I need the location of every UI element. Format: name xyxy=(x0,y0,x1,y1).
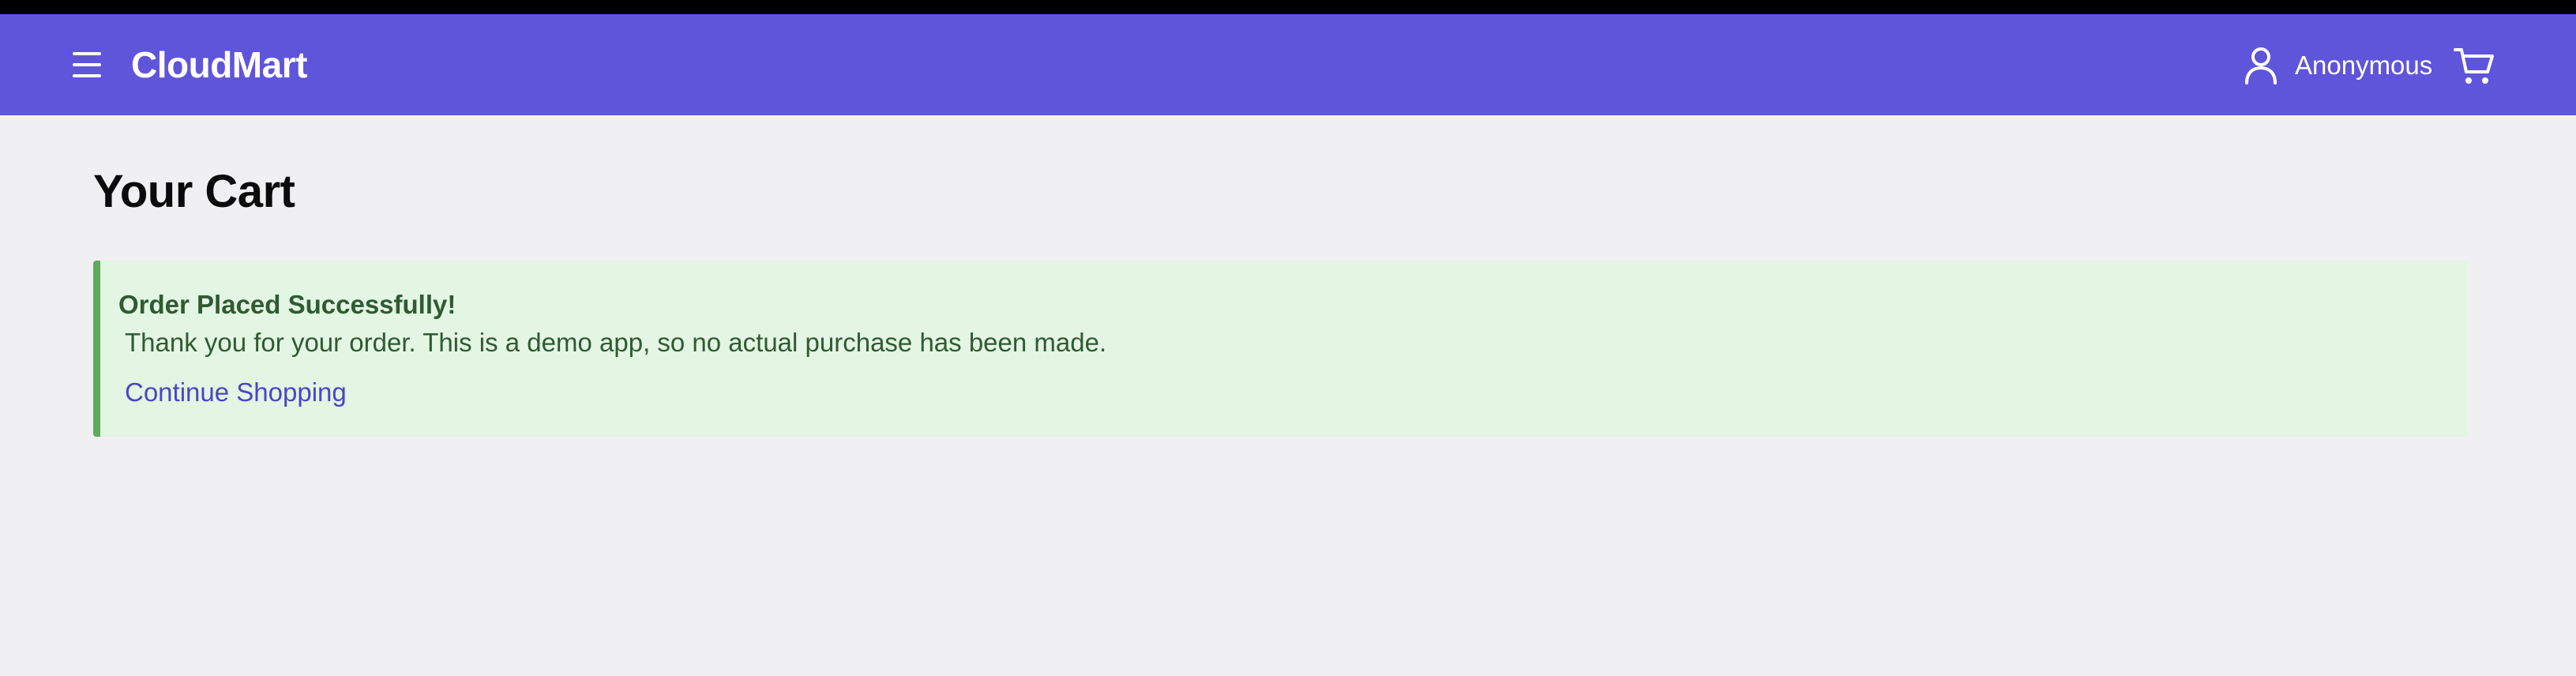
brand-logo[interactable]: CloudMart xyxy=(131,44,307,85)
continue-shopping-link[interactable]: Continue Shopping xyxy=(125,377,347,408)
window-top-strip xyxy=(0,0,2576,14)
alert-message: Thank you for your order. This is a demo… xyxy=(125,328,1107,357)
cart-button[interactable] xyxy=(2453,46,2495,87)
page-title: Your Cart xyxy=(93,166,295,217)
user-account-button[interactable]: Anonymous xyxy=(2243,41,2432,90)
alert-title: Order Placed Successfully! xyxy=(118,290,456,319)
shopping-cart-icon xyxy=(2454,48,2494,84)
user-label: Anonymous xyxy=(2295,51,2433,80)
top-navbar: CloudMart Anonymous xyxy=(0,14,2576,115)
menu-button[interactable] xyxy=(66,47,107,82)
user-icon xyxy=(2245,47,2277,84)
hamburger-menu-icon xyxy=(73,52,101,77)
